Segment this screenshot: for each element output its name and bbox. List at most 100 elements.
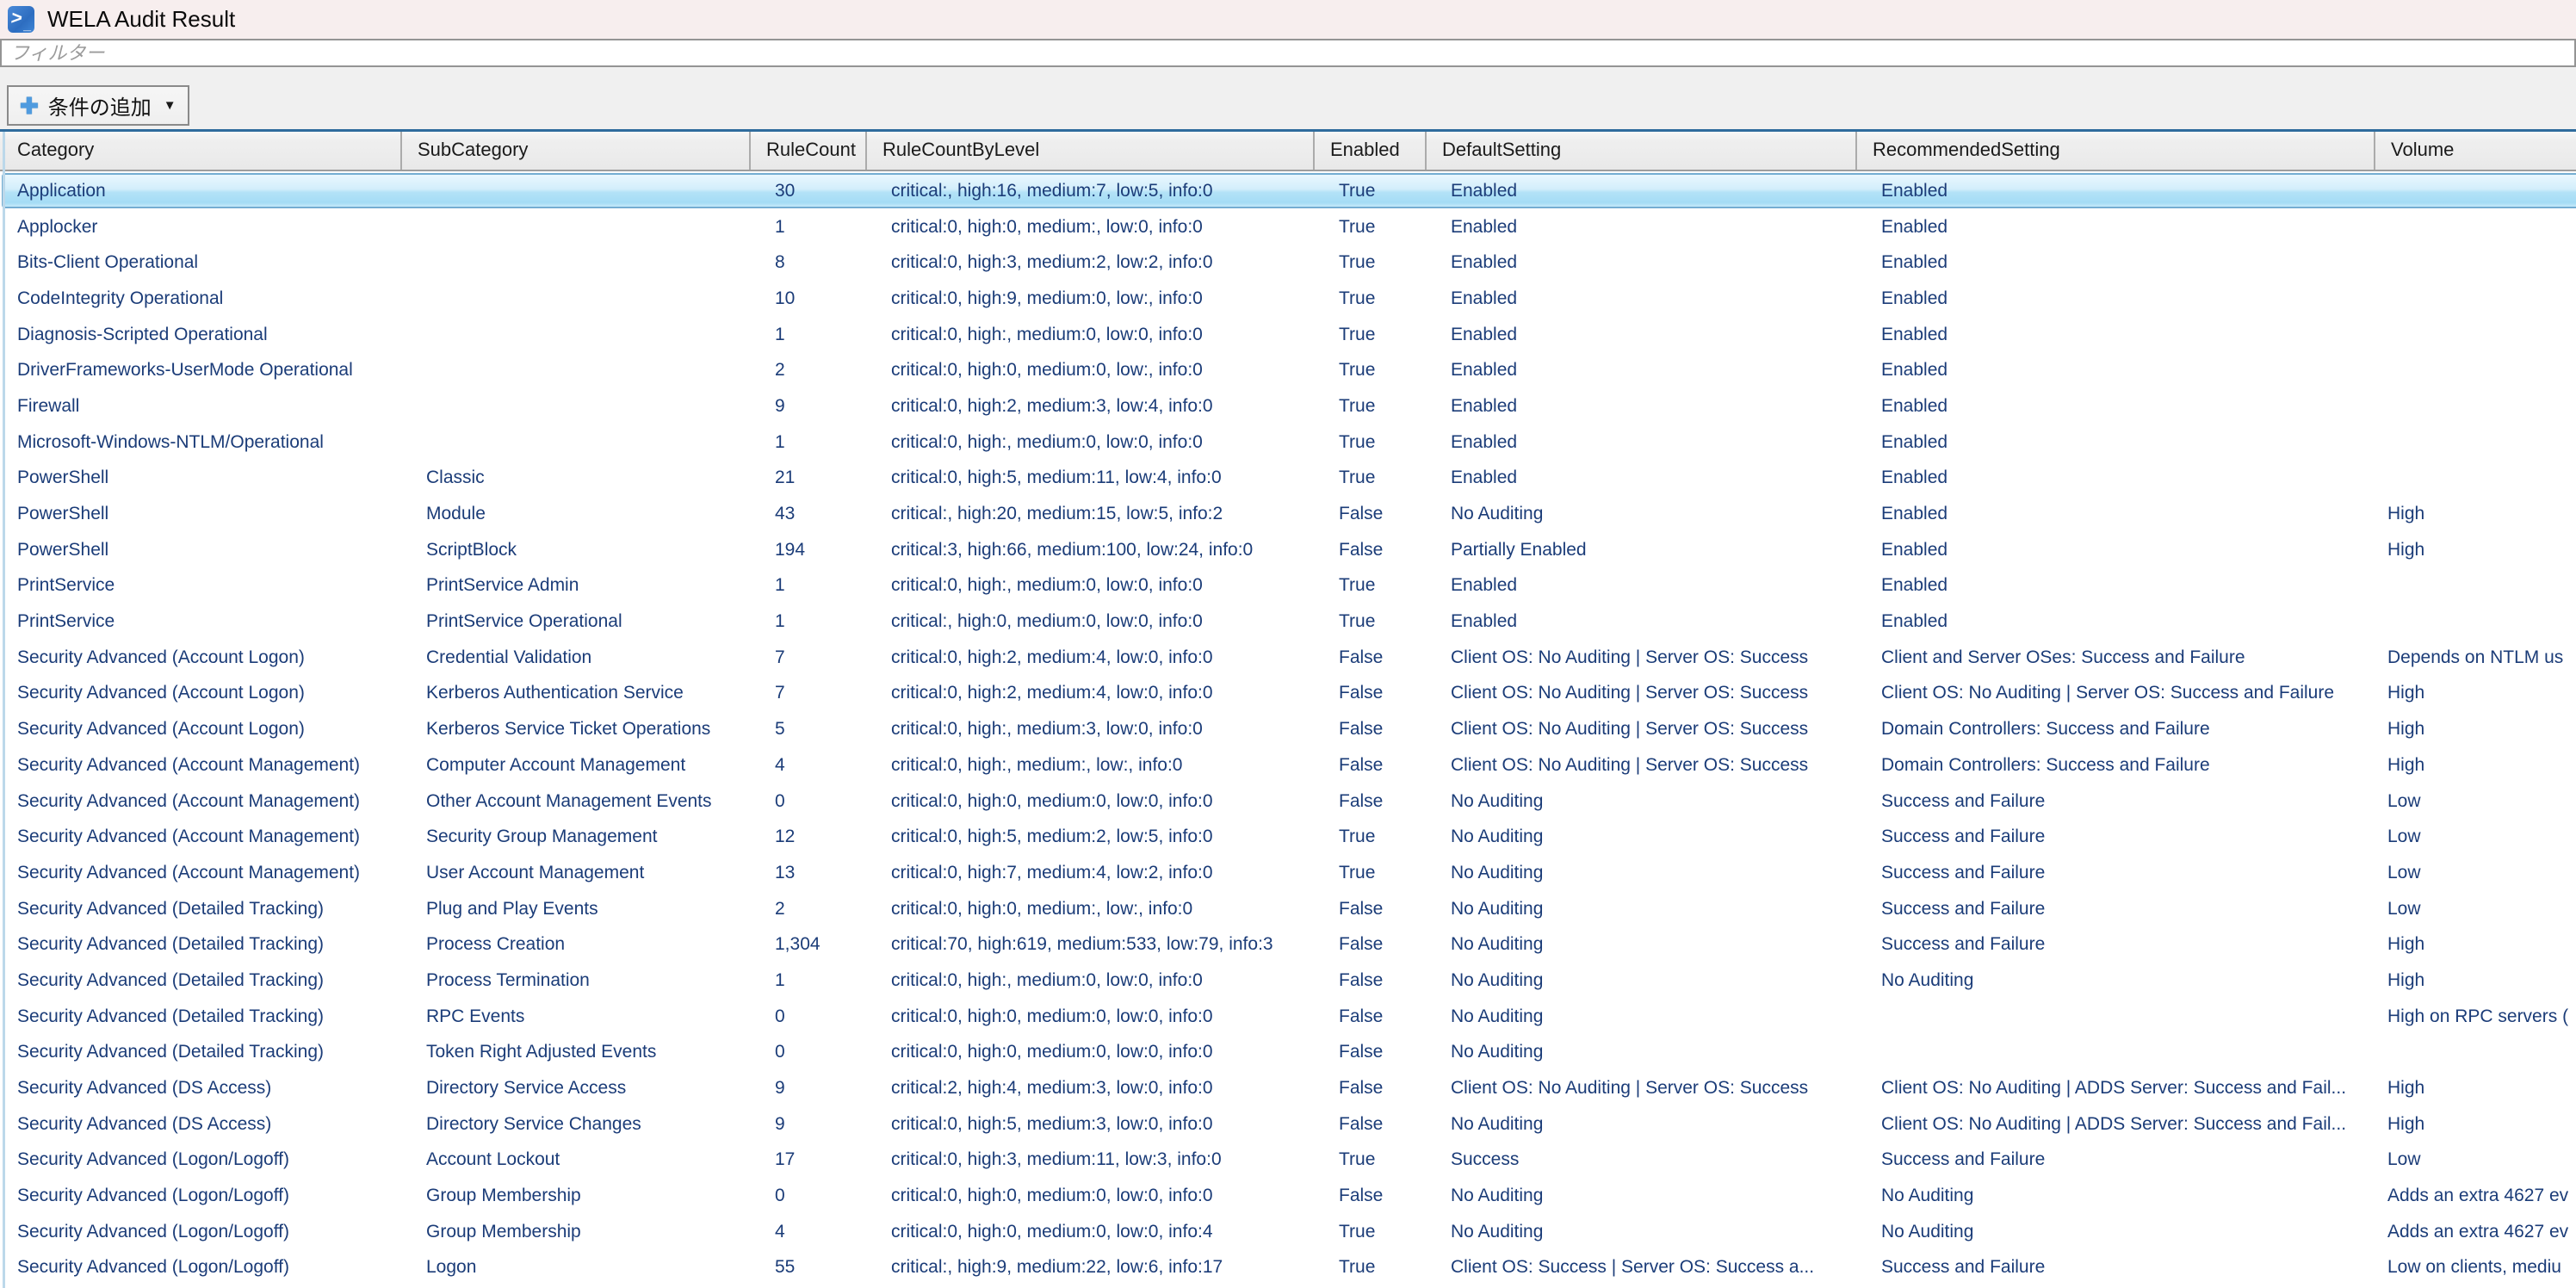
cell-rulecountbylevel: critical:0, high:5, medium:11, low:4, in… — [867, 468, 1315, 488]
cell-rulecount: 2 — [751, 360, 867, 381]
column-header-rulecount[interactable]: RuleCount — [751, 132, 867, 170]
table-row[interactable]: Security Advanced (Detailed Tracking)Pro… — [0, 926, 2576, 963]
cell-subcategory: Account Lockout — [402, 1149, 751, 1170]
cell-subcategory: Module — [402, 504, 751, 524]
cell-rulecount: 0 — [751, 1006, 867, 1027]
cell-rulecountbylevel: critical:0, high:5, medium:2, low:5, inf… — [867, 827, 1315, 847]
cell-defaultsetting: Partially Enabled — [1427, 540, 1857, 560]
table-row[interactable]: Security Advanced (Detailed Tracking)Plu… — [0, 891, 2576, 927]
column-header-subcategory[interactable]: SubCategory — [402, 132, 751, 170]
cell-category: Diagnosis-Scripted Operational — [5, 325, 402, 345]
cell-recommendedsetting: Enabled — [1857, 540, 2375, 560]
cell-subcategory: PrintService Admin — [402, 575, 751, 596]
column-header-recommendedsetting[interactable]: RecommendedSetting — [1857, 132, 2375, 170]
table-row[interactable]: Security Advanced (Logon/Logoff)Group Me… — [0, 1214, 2576, 1250]
cell-recommendedsetting: Success and Failure — [1857, 899, 2375, 920]
table-row[interactable]: Security Advanced (Account Management)Us… — [0, 855, 2576, 891]
cell-rulecount: 55 — [751, 1257, 867, 1278]
cell-enabled: False — [1315, 899, 1427, 920]
cell-volume: High on RPC servers ( — [2375, 1006, 2576, 1027]
table-row[interactable]: Application30critical:, high:16, medium:… — [0, 173, 2576, 209]
table-row[interactable]: Security Advanced (Account Logon)Kerbero… — [0, 711, 2576, 747]
cell-recommendedsetting: Success and Failure — [1857, 1257, 2375, 1278]
table-row[interactable]: Diagnosis-Scripted Operational1critical:… — [0, 317, 2576, 353]
cell-rulecountbylevel: critical:0, high:9, medium:0, low:, info… — [867, 288, 1315, 309]
table-row[interactable]: PowerShellScriptBlock194critical:3, high… — [0, 532, 2576, 568]
cell-defaultsetting: Enabled — [1427, 575, 1857, 596]
cell-volume: High — [2375, 504, 2576, 524]
cell-defaultsetting: Enabled — [1427, 468, 1857, 488]
cell-recommendedsetting: Success and Failure — [1857, 934, 2375, 955]
table-row[interactable]: PowerShellModule43critical:, high:20, me… — [0, 496, 2576, 532]
grid-header: CategorySubCategoryRuleCountRuleCountByL… — [0, 132, 2576, 171]
table-row[interactable]: Security Advanced (Account Management)Ot… — [0, 783, 2576, 820]
cell-rulecountbylevel: critical:0, high:7, medium:4, low:2, inf… — [867, 863, 1315, 883]
table-row[interactable]: Security Advanced (Logon/Logoff)Account … — [0, 1142, 2576, 1179]
cell-category: Security Advanced (Account Logon) — [5, 719, 402, 740]
results-grid: CategorySubCategoryRuleCountRuleCountByL… — [0, 129, 2576, 1288]
column-header-enabled[interactable]: Enabled — [1315, 132, 1427, 170]
cell-enabled: False — [1315, 791, 1427, 812]
column-header-rulecountbylevel[interactable]: RuleCountByLevel — [867, 132, 1315, 170]
cell-rulecountbylevel: critical:0, high:, medium:0, low:0, info… — [867, 325, 1315, 345]
table-row[interactable]: Security Advanced (Account Management)Se… — [0, 819, 2576, 855]
table-row[interactable]: PrintServicePrintService Operational1cri… — [0, 604, 2576, 640]
cell-enabled: False — [1315, 504, 1427, 524]
table-row[interactable]: Microsoft-Windows-NTLM/Operational1criti… — [0, 424, 2576, 461]
column-header-volume[interactable]: Volume — [2375, 132, 2576, 170]
table-row[interactable]: Security Advanced (DS Access)Directory S… — [0, 1106, 2576, 1142]
cell-rulecountbylevel: critical:0, high:2, medium:4, low:0, inf… — [867, 647, 1315, 668]
table-row[interactable]: Security Advanced (Account Logon)Kerbero… — [0, 676, 2576, 712]
table-row[interactable]: Security Advanced (Account Logon)Credent… — [0, 640, 2576, 676]
cell-defaultsetting: Client OS: No Auditing | Server OS: Succ… — [1427, 719, 1857, 740]
cell-category: Security Advanced (DS Access) — [5, 1114, 402, 1135]
cell-rulecountbylevel: critical:70, high:619, medium:533, low:7… — [867, 934, 1315, 955]
plus-icon: ✚ — [20, 95, 39, 117]
cell-category: Bits-Client Operational — [5, 252, 402, 273]
table-row[interactable]: Firewall9critical:0, high:2, medium:3, l… — [0, 388, 2576, 424]
cell-volume: High — [2375, 683, 2576, 703]
cell-category: Security Advanced (Detailed Tracking) — [5, 1006, 402, 1027]
cell-subcategory: Group Membership — [402, 1186, 751, 1206]
cell-category: CodeIntegrity Operational — [5, 288, 402, 309]
table-row[interactable]: Security Advanced (Detailed Tracking)Tok… — [0, 1035, 2576, 1071]
table-row[interactable]: Security Advanced (Detailed Tracking)RPC… — [0, 999, 2576, 1035]
cell-defaultsetting: No Auditing — [1427, 791, 1857, 812]
cell-rulecountbylevel: critical:2, high:4, medium:3, low:0, inf… — [867, 1078, 1315, 1099]
column-header-category[interactable]: Category — [5, 132, 402, 170]
cell-enabled: False — [1315, 647, 1427, 668]
cell-recommendedsetting: Enabled — [1857, 396, 2375, 417]
table-row[interactable]: Bits-Client Operational8critical:0, high… — [0, 245, 2576, 281]
cell-recommendedsetting: Success and Failure — [1857, 827, 2375, 847]
table-row[interactable]: CodeIntegrity Operational10critical:0, h… — [0, 281, 2576, 317]
table-row[interactable]: DriverFrameworks-UserMode Operational2cr… — [0, 352, 2576, 388]
cell-rulecountbylevel: critical:0, high:2, medium:3, low:4, inf… — [867, 396, 1315, 417]
table-row[interactable]: Applocker1critical:0, high:0, medium:, l… — [0, 209, 2576, 245]
add-criteria-button[interactable]: ✚ 条件の追加 ▼ — [7, 85, 189, 126]
table-row[interactable]: Security Advanced (Logon/Logoff)Group Me… — [0, 1178, 2576, 1214]
cell-subcategory: Directory Service Access — [402, 1078, 751, 1099]
cell-enabled: False — [1315, 540, 1427, 560]
table-row[interactable]: Security Advanced (Account Management)Co… — [0, 747, 2576, 783]
cell-rulecountbylevel: critical:0, high:, medium:0, low:0, info… — [867, 432, 1315, 453]
column-header-defaultsetting[interactable]: DefaultSetting — [1427, 132, 1857, 170]
table-row[interactable]: Security Advanced (DS Access)Directory S… — [0, 1070, 2576, 1106]
cell-recommendedsetting: Domain Controllers: Success and Failure — [1857, 755, 2375, 776]
table-row[interactable]: PrintServicePrintService Admin1critical:… — [0, 568, 2576, 604]
cell-rulecountbylevel: critical:0, high:0, medium:, low:, info:… — [867, 899, 1315, 920]
cell-defaultsetting: Enabled — [1427, 432, 1857, 453]
table-row[interactable]: Security Advanced (Logon/Logoff)Logon55c… — [0, 1250, 2576, 1286]
cell-rulecountbylevel: critical:0, high:0, medium:0, low:0, inf… — [867, 1042, 1315, 1062]
cell-recommendedsetting: Client OS: No Auditing | ADDS Server: Su… — [1857, 1114, 2375, 1135]
filter-input[interactable] — [0, 39, 2576, 67]
cell-subcategory: Security Group Management — [402, 827, 751, 847]
cell-defaultsetting: No Auditing — [1427, 1006, 1857, 1027]
table-row[interactable]: Security Advanced (Detailed Tracking)Pro… — [0, 963, 2576, 999]
cell-volume: Depends on NTLM us — [2375, 647, 2576, 668]
cell-recommendedsetting: Enabled — [1857, 360, 2375, 381]
cell-category: Application — [5, 181, 402, 201]
powershell-chevron: > — [9, 7, 24, 29]
cell-subcategory: Classic — [402, 468, 751, 488]
cell-category: Security Advanced (Detailed Tracking) — [5, 1042, 402, 1062]
table-row[interactable]: PowerShellClassic21critical:0, high:5, m… — [0, 461, 2576, 497]
